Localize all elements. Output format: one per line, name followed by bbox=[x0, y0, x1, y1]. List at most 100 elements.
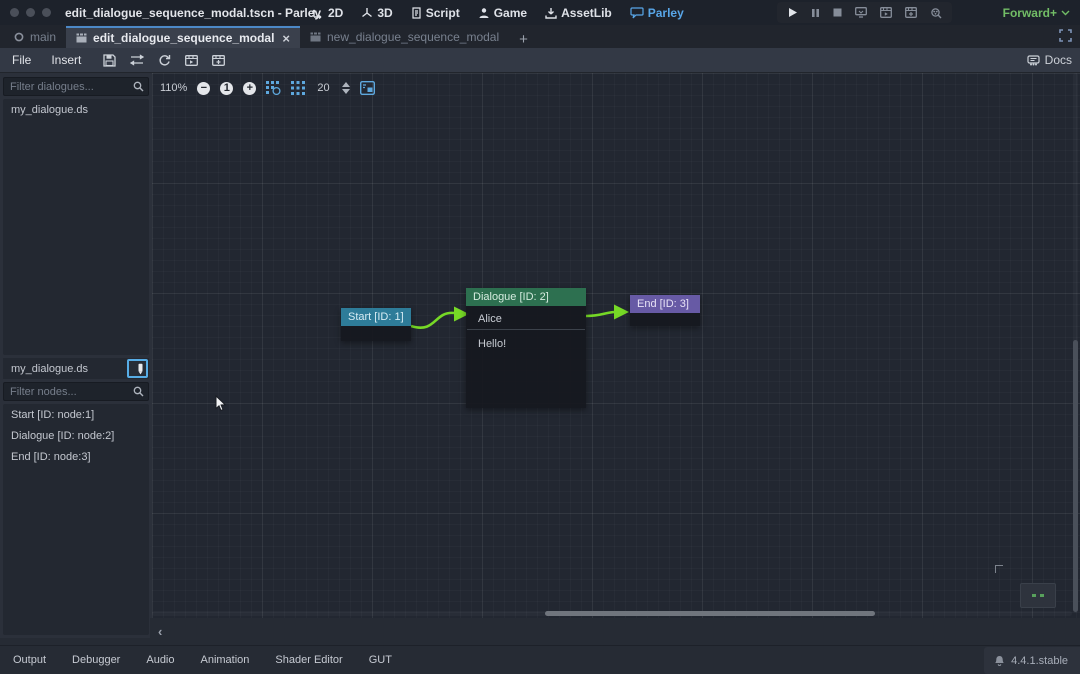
workspace-3d-button[interactable]: 3D bbox=[361, 6, 392, 20]
graph-connections bbox=[152, 73, 1080, 618]
window-maximize-button[interactable] bbox=[42, 8, 51, 17]
selected-dialogue-row[interactable]: my_dialogue.ds bbox=[3, 358, 149, 379]
scene-tab-main[interactable]: main bbox=[4, 26, 66, 48]
scene-icon bbox=[310, 32, 321, 42]
playback-controls bbox=[777, 2, 952, 23]
stop-button[interactable] bbox=[833, 8, 842, 17]
bottom-tab-audio[interactable]: Audio bbox=[133, 654, 187, 666]
close-tab-icon[interactable]: × bbox=[282, 31, 290, 46]
bottom-tab-gut[interactable]: GUT bbox=[356, 654, 405, 666]
dialogues-list: my_dialogue.ds bbox=[3, 99, 149, 355]
parley-toolbar: File Insert Docs bbox=[0, 48, 1080, 73]
bottom-tab-shader-editor[interactable]: Shader Editor bbox=[262, 654, 355, 666]
graph-zoom-toolbar: 110% − 1 + 20 bbox=[160, 77, 375, 99]
zoom-in-button[interactable]: + bbox=[243, 82, 256, 95]
bottom-tab-debugger[interactable]: Debugger bbox=[59, 654, 133, 666]
run-scene-button[interactable] bbox=[880, 7, 892, 18]
version-info[interactable]: 4.4.1.stable bbox=[984, 647, 1080, 674]
bottom-dock-strip: ‹ bbox=[150, 618, 1080, 645]
node-title[interactable]: Start [ID: 1] bbox=[341, 308, 411, 326]
dialogue-sidebar: my_dialogue.ds my_dialogue.ds Start [ID:… bbox=[0, 73, 152, 638]
filter-nodes-input[interactable] bbox=[3, 382, 149, 401]
grid-toggle-icon[interactable] bbox=[291, 81, 305, 95]
version-label: 4.4.1.stable bbox=[1011, 655, 1068, 667]
test-dialogue-icon[interactable] bbox=[185, 55, 198, 66]
workspace-game-button[interactable]: Game bbox=[478, 6, 527, 20]
snap-step-value[interactable]: 20 bbox=[317, 82, 329, 94]
2d-axes-icon bbox=[312, 7, 324, 19]
person-icon bbox=[478, 7, 490, 19]
renderer-dropdown[interactable]: Forward+ bbox=[1003, 0, 1070, 25]
save-icon[interactable] bbox=[103, 54, 116, 67]
expand-distraction-free-icon[interactable] bbox=[1059, 29, 1072, 42]
workspace-parley-button[interactable]: Parley bbox=[630, 6, 684, 20]
zoom-out-button[interactable]: − bbox=[197, 82, 210, 95]
file-menu-button[interactable]: File bbox=[2, 53, 41, 67]
add-scene-tab-button[interactable]: + bbox=[509, 31, 538, 48]
graph-node-end[interactable]: End [ID: 3] bbox=[630, 295, 700, 326]
window-close-button[interactable] bbox=[10, 8, 19, 17]
node-title[interactable]: Dialogue [ID: 2] bbox=[466, 288, 586, 306]
test-dialogue-from-node-icon[interactable] bbox=[212, 55, 225, 66]
graph-edit-canvas[interactable]: 110% − 1 + 20 Start [ID: 1] bbox=[152, 73, 1080, 618]
movie-maker-icon[interactable] bbox=[930, 7, 942, 19]
workspace-assetlib-button[interactable]: AssetLib bbox=[545, 6, 612, 20]
godot-editor-window: edit_dialogue_sequence_modal.tscn - Parl… bbox=[0, 0, 1080, 674]
snap-step-spinner[interactable] bbox=[342, 82, 350, 94]
pencil-icon bbox=[129, 363, 146, 375]
scene-icon bbox=[76, 33, 87, 43]
node-list-item-start[interactable]: Start [ID: node:1] bbox=[3, 404, 149, 425]
workspace-menu: 2D 3D Script Game AssetLib Parley bbox=[312, 0, 684, 25]
dialogue-text-label: Hello! bbox=[466, 330, 586, 354]
minimap-toggle-icon[interactable] bbox=[360, 81, 375, 95]
bottom-tab-animation[interactable]: Animation bbox=[188, 654, 263, 666]
horizontal-scrollbar-thumb[interactable] bbox=[545, 611, 875, 616]
window-title: edit_dialogue_sequence_modal.tscn - Parl… bbox=[65, 6, 321, 20]
horizontal-scrollbar[interactable] bbox=[152, 611, 1072, 616]
graph-node-dialogue[interactable]: Dialogue [ID: 2] Alice Hello! bbox=[466, 288, 586, 408]
workspace-2d-button[interactable]: 2D bbox=[312, 6, 343, 20]
collapse-sidebar-chevron-icon[interactable]: ‹ bbox=[158, 624, 162, 639]
zoom-level-label: 110% bbox=[160, 82, 187, 94]
bottom-tab-output[interactable]: Output bbox=[0, 654, 59, 666]
bottom-panel-bar: Output Debugger Audio Animation Shader E… bbox=[0, 645, 1080, 674]
pause-button[interactable] bbox=[811, 8, 820, 18]
docs-icon bbox=[1027, 54, 1040, 66]
graph-node-start[interactable]: Start [ID: 1] bbox=[341, 308, 411, 341]
arrange-nodes-icon[interactable] bbox=[130, 54, 144, 66]
refresh-icon[interactable] bbox=[158, 54, 171, 67]
docs-button[interactable]: Docs bbox=[1027, 53, 1072, 67]
scene-tab-new-dialogue-sequence-modal[interactable]: new_dialogue_sequence_modal bbox=[300, 26, 509, 48]
node-list-item-dialogue[interactable]: Dialogue [ID: node:2] bbox=[3, 425, 149, 446]
spinner-up-icon[interactable] bbox=[342, 82, 350, 87]
remote-debug-icon[interactable] bbox=[855, 7, 867, 18]
snap-toggle-icon[interactable] bbox=[266, 81, 281, 95]
edit-dialogue-button[interactable] bbox=[127, 359, 148, 378]
node-circle-icon bbox=[14, 32, 24, 42]
dialogue-list-item[interactable]: my_dialogue.ds bbox=[3, 99, 149, 120]
window-minimize-button[interactable] bbox=[26, 8, 35, 17]
run-custom-scene-button[interactable] bbox=[905, 7, 917, 18]
vertical-scrollbar-thumb[interactable] bbox=[1073, 340, 1078, 612]
mouse-cursor bbox=[215, 395, 227, 412]
window-controls[interactable] bbox=[10, 8, 51, 17]
scene-tab-edit-dialogue-sequence-modal[interactable]: edit_dialogue_sequence_modal × bbox=[66, 26, 300, 48]
minimap-node-dot bbox=[1032, 594, 1036, 597]
3d-axes-icon bbox=[361, 7, 373, 19]
scene-tab-bar: main edit_dialogue_sequence_modal × new_… bbox=[0, 25, 1080, 48]
chevron-down-icon bbox=[1061, 10, 1070, 16]
node-title[interactable]: End [ID: 3] bbox=[630, 295, 700, 313]
graph-minimap[interactable] bbox=[1020, 583, 1056, 608]
filter-dialogues-input[interactable] bbox=[3, 77, 149, 96]
speech-bubble-icon bbox=[630, 7, 644, 19]
vertical-scrollbar[interactable] bbox=[1073, 73, 1078, 613]
spinner-down-icon[interactable] bbox=[342, 89, 350, 94]
zoom-reset-button[interactable]: 1 bbox=[220, 82, 233, 95]
play-button[interactable] bbox=[787, 7, 798, 18]
insert-menu-button[interactable]: Insert bbox=[41, 53, 91, 67]
nodes-list: Start [ID: node:1] Dialogue [ID: node:2]… bbox=[3, 404, 149, 635]
selection-corner-mark bbox=[995, 565, 1003, 573]
connection-arrow-icon bbox=[614, 305, 629, 320]
node-list-item-end[interactable]: End [ID: node:3] bbox=[3, 446, 149, 467]
workspace-script-button[interactable]: Script bbox=[411, 6, 460, 20]
